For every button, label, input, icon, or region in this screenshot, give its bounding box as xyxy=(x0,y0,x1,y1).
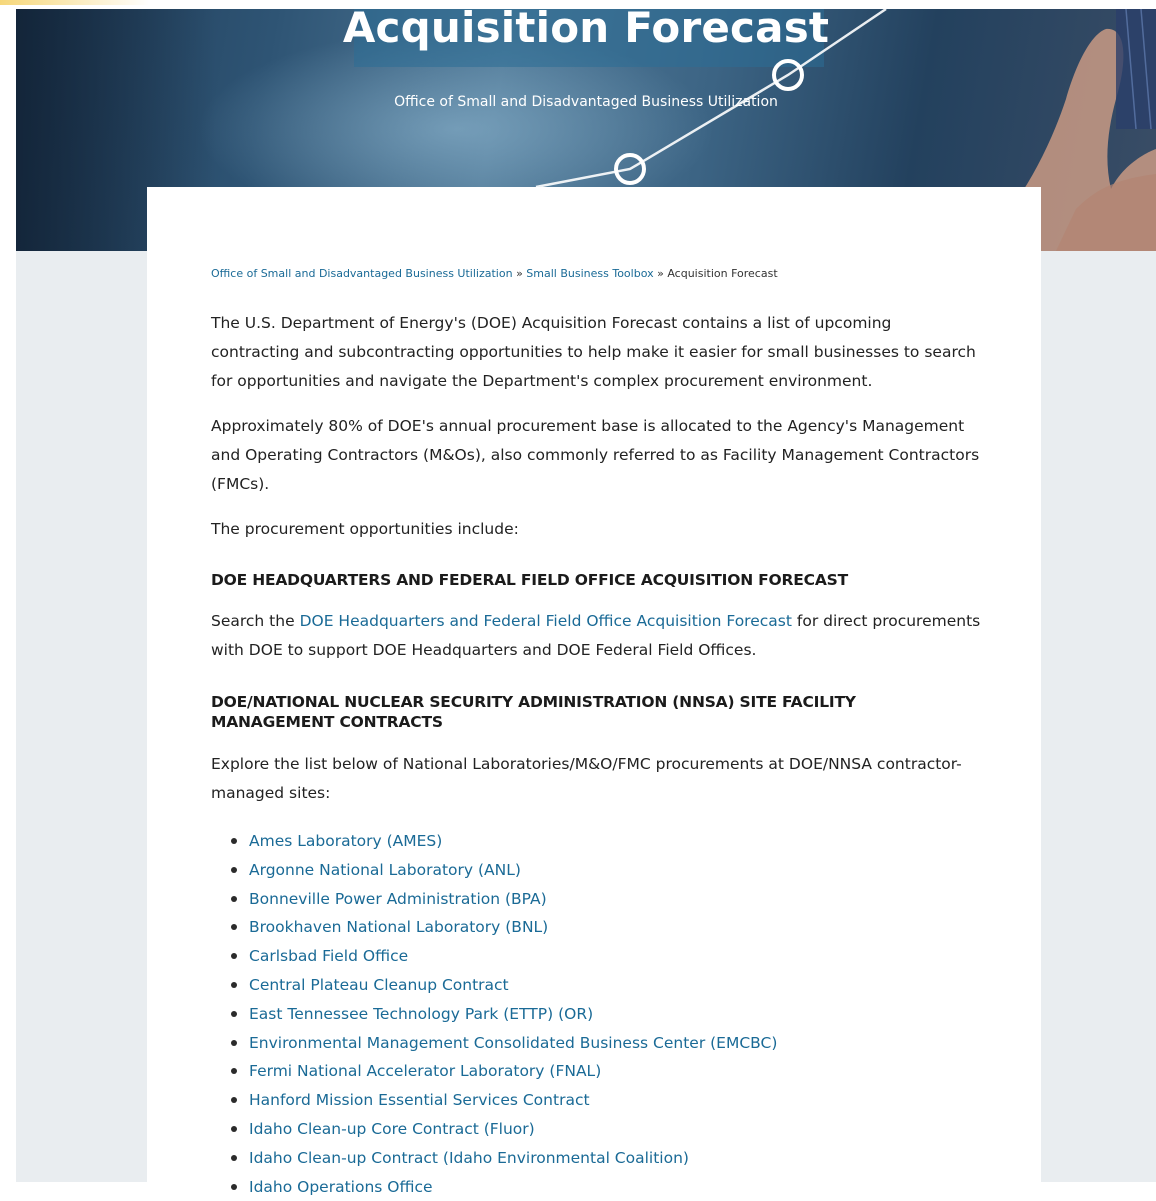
breadcrumb: Office of Small and Disadvantaged Busine… xyxy=(211,267,778,280)
site-list-item: East Tennessee Technology Park (ETTP) (O… xyxy=(231,1000,777,1029)
site-list-item: Idaho Clean-up Core Contract (Fluor) xyxy=(231,1115,777,1144)
site-link[interactable]: Idaho Clean-up Contract (Idaho Environme… xyxy=(249,1149,689,1167)
site-list-item: Ames Laboratory (AMES) xyxy=(231,827,777,856)
breadcrumb-link-toolbox[interactable]: Small Business Toolbox xyxy=(526,267,653,280)
site-list-item: Environmental Management Consolidated Bu… xyxy=(231,1029,777,1058)
site-link[interactable]: Environmental Management Consolidated Bu… xyxy=(249,1034,777,1052)
bullet-icon xyxy=(231,895,237,902)
breadcrumb-separator: » xyxy=(516,267,523,280)
bullet-icon xyxy=(231,1068,237,1075)
site-link[interactable]: East Tennessee Technology Park (ETTP) (O… xyxy=(249,1005,593,1023)
bullet-icon xyxy=(231,953,237,960)
site-list-item: Idaho Operations Office xyxy=(231,1173,777,1201)
site-list-item: Fermi National Accelerator Laboratory (F… xyxy=(231,1057,777,1086)
site-link[interactable]: Ames Laboratory (AMES) xyxy=(249,832,442,850)
bullet-icon xyxy=(231,981,237,988)
section-paragraph-nnsa: Explore the list below of National Labor… xyxy=(211,755,962,802)
intro-paragraph-1: The U.S. Department of Energy's (DOE) Ac… xyxy=(211,314,976,390)
bullet-icon xyxy=(231,866,237,873)
site-list-item: Argonne National Laboratory (ANL) xyxy=(231,856,777,885)
site-link[interactable]: Fermi National Accelerator Laboratory (F… xyxy=(249,1062,601,1080)
site-list-item: Bonneville Power Administration (BPA) xyxy=(231,885,777,914)
section1-prefix: Search the xyxy=(211,612,295,630)
bullet-icon xyxy=(231,1154,237,1161)
bullet-icon xyxy=(231,1039,237,1046)
breadcrumb-separator: » xyxy=(657,267,664,280)
site-link[interactable]: Bonneville Power Administration (BPA) xyxy=(249,890,547,908)
site-link[interactable]: Hanford Mission Essential Services Contr… xyxy=(249,1091,590,1109)
bullet-icon xyxy=(231,924,237,931)
bullet-icon xyxy=(231,838,237,844)
site-link[interactable]: Idaho Operations Office xyxy=(249,1178,433,1196)
top-strip xyxy=(0,0,1156,9)
bullet-icon xyxy=(231,1183,237,1190)
site-link[interactable]: Carlsbad Field Office xyxy=(249,947,408,965)
hq-forecast-link[interactable]: DOE Headquarters and Federal Field Offic… xyxy=(300,612,792,630)
page-title: Acquisition Forecast xyxy=(342,9,830,52)
intro-paragraph-3: The procurement opportunities include: xyxy=(211,520,519,538)
bullet-icon xyxy=(231,1010,237,1017)
breadcrumb-current: Acquisition Forecast xyxy=(667,267,778,280)
site-list-item: Idaho Clean-up Contract (Idaho Environme… xyxy=(231,1144,777,1173)
site-list-item: Carlsbad Field Office xyxy=(231,942,777,971)
bullet-icon xyxy=(231,1125,237,1132)
site-list-item: Brookhaven National Laboratory (BNL) xyxy=(231,913,777,942)
section-paragraph-hq-forecast: Search the DOE Headquarters and Federal … xyxy=(211,607,981,665)
site-link[interactable]: Argonne National Laboratory (ANL) xyxy=(249,861,521,879)
top-accent-line xyxy=(0,0,150,5)
content-card: Office of Small and Disadvantaged Busine… xyxy=(147,187,1041,1196)
section-heading-hq-forecast: DOE HEADQUARTERS AND FEDERAL FIELD OFFIC… xyxy=(211,571,848,589)
site-link[interactable]: Idaho Clean-up Core Contract (Fluor) xyxy=(249,1120,535,1138)
site-list-item: Hanford Mission Essential Services Contr… xyxy=(231,1086,777,1115)
intro-paragraph-2: Approximately 80% of DOE's annual procur… xyxy=(211,417,980,493)
site-link[interactable]: Brookhaven National Laboratory (BNL) xyxy=(249,918,548,936)
bullet-icon xyxy=(231,1097,237,1104)
section-heading-nnsa-contracts: DOE/NATIONAL NUCLEAR SECURITY ADMINISTRA… xyxy=(211,693,856,731)
hero-subtitle: Office of Small and Disadvantaged Busine… xyxy=(394,94,778,110)
site-list-item: Central Plateau Cleanup Contract xyxy=(231,971,777,1000)
site-list: Ames Laboratory (AMES) Argonne National L… xyxy=(231,827,777,1201)
breadcrumb-link-osdbu[interactable]: Office of Small and Disadvantaged Busine… xyxy=(211,267,513,280)
site-link[interactable]: Central Plateau Cleanup Contract xyxy=(249,976,509,994)
